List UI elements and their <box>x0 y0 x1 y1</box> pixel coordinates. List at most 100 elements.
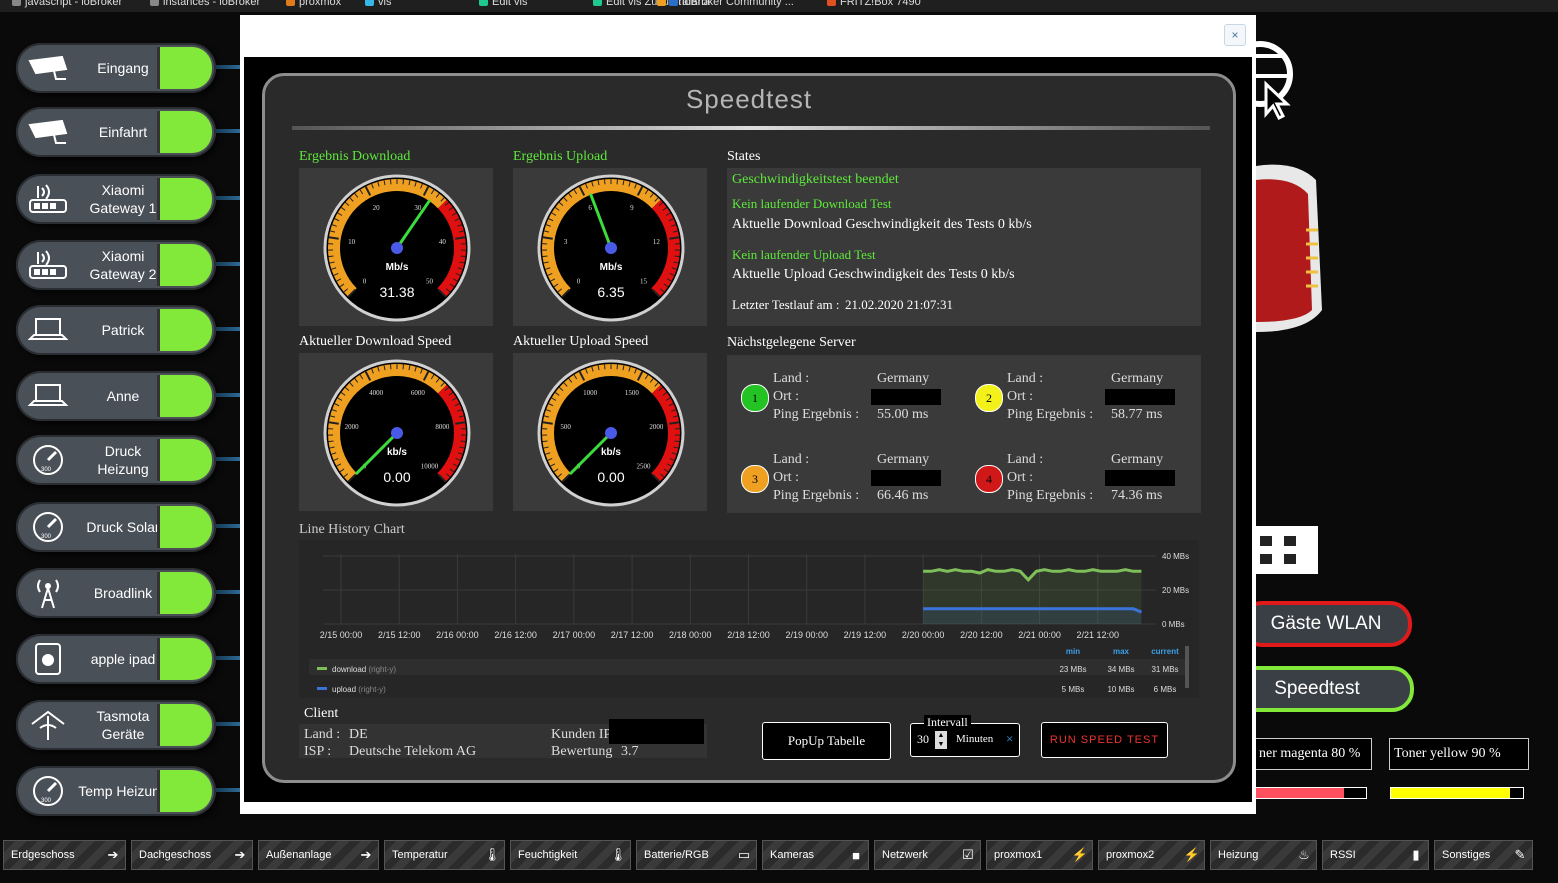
current-download-label: Aktueller Download Speed <box>299 334 452 349</box>
chart-x-tick: 2/19 00:00 <box>785 630 828 640</box>
bookmark-item[interactable]: javascript - ioBroker <box>12 0 122 8</box>
server-rank-badge: 2 <box>975 384 1003 412</box>
bookmark-item[interactable]: Edit vis <box>479 0 527 8</box>
gauge-hub <box>391 242 403 254</box>
gauge-tick <box>674 440 680 443</box>
status-indicator <box>157 47 212 89</box>
bookmark-icon <box>365 0 374 6</box>
nav-item[interactable]: Außenanlage ➔ <box>258 840 379 870</box>
nav-item[interactable]: Heizung ♨ <box>1210 840 1317 870</box>
nav-label: Erdgeschoss <box>11 849 75 861</box>
nav-item[interactable]: Netzwerk ☑ <box>874 840 981 870</box>
nav-item[interactable]: Temperatur 🌡 <box>384 840 505 870</box>
svg-text:300: 300 <box>41 798 52 804</box>
bookmark-item[interactable]: ioBroker Community ... <box>669 0 794 8</box>
nav-item[interactable]: Sonstiges ✎ <box>1434 840 1533 870</box>
device-button[interactable]: Anne <box>16 371 216 421</box>
guest-wlan-button[interactable]: Gäste WLAN <box>1240 601 1412 647</box>
gauge-tick-label: 1500 <box>625 389 640 397</box>
nav-item[interactable]: Dachgeschoss ➔ <box>131 840 253 870</box>
nav-label: RSSI <box>1330 849 1356 861</box>
nav-item[interactable]: Erdgeschoss ➔ <box>3 840 126 870</box>
nav-item[interactable]: Feuchtigkeit 🌡 <box>510 840 631 870</box>
device-button[interactable]: Xiaomi Gateway 1 <box>16 174 216 224</box>
video-icon: ■ <box>852 847 860 863</box>
device-button[interactable]: Broadlink <box>16 568 216 618</box>
device-button[interactable]: Patrick <box>16 305 216 355</box>
server-ping-label: Ping Ergebnis : <box>1007 407 1094 422</box>
page-title: Speedtest <box>685 84 813 114</box>
device-button[interactable]: Xiaomi Gateway 2 <box>16 240 216 290</box>
connection-line <box>216 65 242 69</box>
legend-swatch <box>317 667 327 670</box>
nav-item[interactable]: RSSI ▮ <box>1322 840 1429 870</box>
close-button[interactable]: × <box>1224 24 1246 46</box>
server-land-value: Germany <box>1111 371 1164 386</box>
bookmark-label: proxmox <box>299 0 342 8</box>
gauge-tick <box>542 440 548 443</box>
gauge-tick <box>460 440 466 443</box>
fritzbox-image <box>1256 160 1324 338</box>
connection-line <box>216 457 242 461</box>
bookmark-item[interactable]: FRITZ!Box 7490 <box>827 0 921 8</box>
legend-value: 10 MBs <box>1107 685 1134 694</box>
state-no-download: Kein laufender Download Test <box>732 196 892 211</box>
bolt-icon: ⚡ <box>1071 847 1089 862</box>
legend-value: 23 MBs <box>1059 665 1086 674</box>
gauge-icon: 300 <box>26 774 70 808</box>
chart-series-area <box>923 608 1142 624</box>
laptop-icon <box>26 313 70 347</box>
interval-stepper[interactable]: ▲ ▼ <box>935 731 947 749</box>
apple-icon <box>26 642 70 676</box>
gauge-tick-label: 500 <box>560 423 571 431</box>
gauge-tick-label: 15 <box>640 278 648 286</box>
popup-table-button[interactable]: PopUp Tabelle <box>762 722 891 760</box>
laptop-icon <box>26 379 70 413</box>
nav-item[interactable]: proxmox1 ⚡ <box>986 840 1093 870</box>
status-indicator <box>157 439 212 481</box>
svg-text:300: 300 <box>41 467 52 473</box>
server-land-label: Land : <box>773 371 810 386</box>
state-no-upload: Kein laufender Upload Test <box>732 247 876 262</box>
bookmark-icon <box>827 0 836 6</box>
bookmark-item[interactable]: proxmox <box>286 0 341 8</box>
run-speed-test-button[interactable]: RUN SPEED TEST <box>1041 722 1168 758</box>
bookmark-item[interactable]: vis <box>365 0 391 8</box>
router-icon <box>26 248 70 282</box>
legend-value: 34 MBs <box>1107 665 1134 674</box>
nav-item[interactable]: Batterie/RGB ▭ <box>636 840 757 870</box>
device-button[interactable]: Eingang <box>16 43 216 93</box>
gauge-icon: 300 <box>26 443 70 477</box>
device-label: Xiaomi Gateway 1 <box>89 182 157 216</box>
device-button[interactable]: 300 Druck Solar <box>16 502 216 552</box>
device-button[interactable]: 300 Druck Heizung <box>16 435 216 485</box>
legend-scrollbar[interactable] <box>1185 646 1189 688</box>
nav-item[interactable]: Kameras ■ <box>762 840 869 870</box>
bookmark-item[interactable]: instances - ioBroker <box>150 0 260 8</box>
globe-cursor-icon <box>1227 36 1296 122</box>
nav-item[interactable]: proxmox2 ⚡ <box>1098 840 1205 870</box>
gauge-tick-label: 0 <box>363 278 367 286</box>
device-button[interactable]: apple ipad <box>16 634 216 684</box>
status-indicator <box>157 704 212 746</box>
nav-label: Kameras <box>770 849 815 861</box>
chart-x-tick: 2/15 12:00 <box>378 630 421 640</box>
device-label: Druck Heizung <box>97 443 149 477</box>
interval-value[interactable]: 30 <box>917 732 929 747</box>
gauge-value: 6.35 <box>597 284 624 300</box>
chart-x-tick: 2/16 00:00 <box>436 630 479 640</box>
nav-label: Batterie/RGB <box>644 849 709 861</box>
connection-line <box>216 129 242 133</box>
device-button[interactable]: Einfahrt <box>16 107 216 157</box>
server-ort-label: Ort : <box>1007 389 1034 404</box>
signal-icon: ▮ <box>1412 847 1420 862</box>
gauge-tick-label: 1000 <box>583 389 598 397</box>
device-button[interactable]: Tasmota Geräte <box>16 700 216 750</box>
legend-value: 31 MBs <box>1151 665 1178 674</box>
interval-clear-icon[interactable]: × <box>1006 731 1013 747</box>
bookmark-label: FRITZ!Box 7490 <box>840 0 921 8</box>
server-ort-label: Ort : <box>773 389 800 404</box>
device-button[interactable]: 300 Temp Heizung <box>16 766 216 816</box>
chart-x-tick: 2/16 12:00 <box>494 630 537 640</box>
gauge-tick-label: 3 <box>564 238 568 246</box>
